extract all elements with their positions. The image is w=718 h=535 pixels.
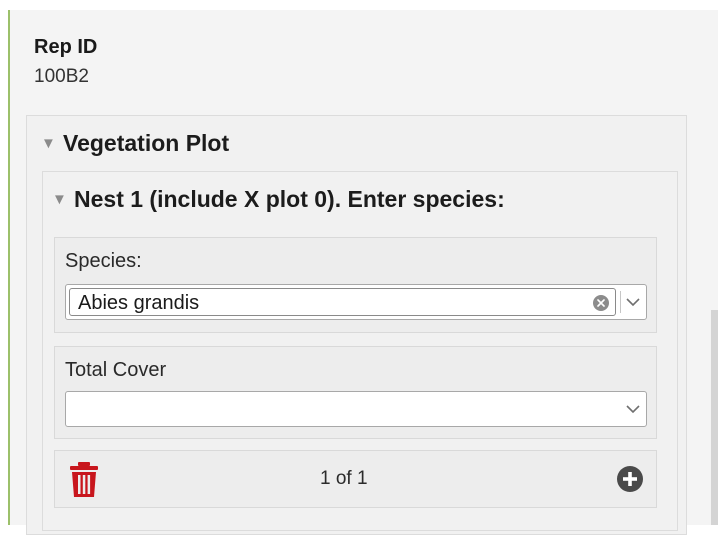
top-strip [0, 0, 718, 10]
total-cover-select[interactable] [65, 391, 647, 427]
species-input[interactable]: Abies grandis [69, 288, 616, 316]
species-value: Abies grandis [78, 292, 200, 314]
scrollbar-thumb[interactable] [711, 310, 718, 525]
rep-id-label: Rep ID [34, 36, 98, 58]
combo-separator [620, 291, 621, 313]
scrollbar-track[interactable] [710, 10, 718, 525]
species-label: Species: [65, 250, 142, 272]
record-counter: 1 of 1 [320, 468, 368, 489]
rep-id-value: 100B2 [34, 66, 89, 87]
vegetation-plot-group: ▼ Vegetation Plot ▼ Nest 1 (include X pl… [26, 115, 687, 535]
vegetation-plot-title: Vegetation Plot [63, 129, 230, 156]
triangle-down-icon[interactable]: ▼ [41, 135, 63, 152]
triangle-down-icon[interactable]: ▼ [52, 191, 74, 208]
chevron-down-icon[interactable] [624, 400, 642, 418]
nest-header[interactable]: ▼ Nest 1 (include X plot 0). Enter speci… [52, 184, 505, 214]
total-cover-label: Total Cover [65, 359, 167, 381]
repeat-footer: 1 of 1 [54, 450, 657, 508]
nest-repeat: ▼ Nest 1 (include X plot 0). Enter speci… [42, 171, 678, 531]
nest-title: Nest 1 (include X plot 0). Enter species… [74, 185, 505, 212]
clear-circle-icon[interactable] [593, 295, 609, 311]
total-cover-question: Total Cover [54, 346, 657, 439]
chevron-down-icon[interactable] [624, 293, 642, 311]
species-question: Species: Abies grandis [54, 237, 657, 333]
trash-icon[interactable] [67, 461, 101, 499]
plus-circle-icon[interactable] [616, 465, 644, 493]
vegetation-plot-header[interactable]: ▼ Vegetation Plot [41, 128, 229, 158]
species-combobox[interactable]: Abies grandis [65, 284, 647, 320]
